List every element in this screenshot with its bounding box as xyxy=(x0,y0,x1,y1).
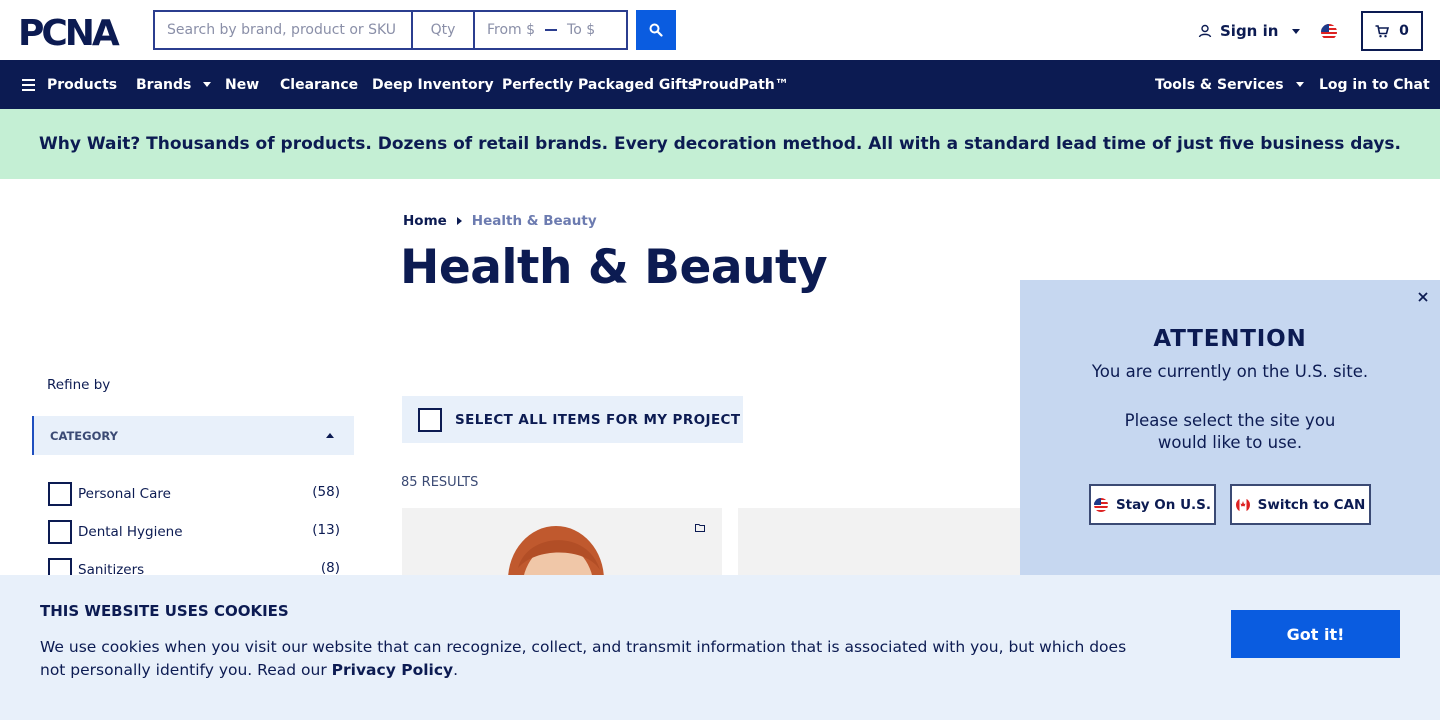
breadcrumb-home[interactable]: Home xyxy=(403,213,447,229)
switch-can-label: Switch to CAN xyxy=(1257,496,1366,513)
pcna-logo[interactable]: PCNA xyxy=(18,14,136,48)
results-count: 85 RESULTS xyxy=(401,475,479,490)
attention-line: You are currently on the U.S. site. xyxy=(1091,362,1369,381)
chevron-down-icon xyxy=(1292,28,1301,34)
sign-in-label: Sign in xyxy=(1220,22,1279,40)
nav-deep-inventory[interactable]: Deep Inventory xyxy=(372,60,494,109)
site-selector-modal: ATTENTION You are currently on the U.S. … xyxy=(1020,280,1440,580)
attention-line: Please select the site you xyxy=(1124,411,1336,430)
category-item[interactable]: Dental Hygiene (13) xyxy=(48,520,340,544)
price-dash xyxy=(545,29,558,31)
price-from-input[interactable]: From $ xyxy=(487,22,535,38)
search-input[interactable]: Search by brand, product or SKU xyxy=(153,10,411,50)
chevron-right-icon xyxy=(456,217,462,225)
main-nav: Products Brands New Clearance Deep Inven… xyxy=(0,60,1440,109)
category-count: (8) xyxy=(320,560,340,576)
cookie-text-end: . xyxy=(453,661,459,679)
cookie-text: We use cookies when you visit our websit… xyxy=(40,636,1140,682)
breadcrumb: Home Health & Beauty xyxy=(403,213,597,229)
category-count: (13) xyxy=(312,522,340,538)
nav-proudpath[interactable]: ProudPath™ xyxy=(692,60,789,109)
cart-count: 0 xyxy=(1399,23,1409,39)
privacy-policy-link[interactable]: Privacy Policy xyxy=(332,661,454,679)
category-filter-header[interactable]: CATEGORY xyxy=(32,416,354,455)
category-item[interactable]: Personal Care (58) xyxy=(48,482,340,506)
cookie-text-body: We use cookies when you visit our websit… xyxy=(40,638,1127,679)
refine-by-label: Refine by xyxy=(47,377,111,393)
page-title: Health & Beauty xyxy=(400,240,828,295)
canada-flag-icon xyxy=(1235,497,1250,512)
user-icon xyxy=(1198,24,1212,38)
breadcrumb-current: Health & Beauty xyxy=(471,213,597,229)
category-count: (58) xyxy=(312,484,340,500)
sign-in-button[interactable]: Sign in xyxy=(1198,22,1301,40)
select-all-items[interactable]: SELECT ALL ITEMS FOR MY PROJECT xyxy=(402,396,743,443)
search-group: Search by brand, product or SKU Qty From… xyxy=(153,10,676,50)
folder-icon[interactable] xyxy=(695,524,705,532)
select-all-checkbox[interactable] xyxy=(418,407,442,432)
menu-icon xyxy=(22,78,35,91)
nav-products-label: Products xyxy=(47,76,118,93)
us-flag-icon[interactable] xyxy=(1321,24,1337,40)
category-label: Dental Hygiene xyxy=(78,524,183,540)
chevron-up-icon xyxy=(326,433,334,438)
top-bar: PCNA Search by brand, product or SKU Qty… xyxy=(0,0,1440,60)
nav-chat[interactable]: Log in to Chat xyxy=(1319,60,1430,109)
price-to-input[interactable]: To $ xyxy=(567,22,595,38)
us-flag-icon xyxy=(1093,497,1108,512)
switch-can-button[interactable]: Switch to CAN xyxy=(1230,484,1371,525)
nav-products[interactable]: Products xyxy=(22,60,117,109)
category-checkbox[interactable] xyxy=(48,520,72,544)
qty-input[interactable]: Qty xyxy=(411,10,473,50)
cart-button[interactable]: 0 xyxy=(1361,11,1423,51)
accept-cookies-button[interactable]: Got it! xyxy=(1231,610,1400,658)
price-range: From $ To $ xyxy=(473,10,628,50)
promo-banner: Why Wait? Thousands of products. Dozens … xyxy=(0,109,1440,179)
search-button[interactable] xyxy=(636,10,676,50)
promo-banner-text: Why Wait? Thousands of products. Dozens … xyxy=(38,134,1402,154)
category-label: Personal Care xyxy=(78,486,171,502)
close-icon[interactable] xyxy=(1416,290,1430,304)
category-header-label: CATEGORY xyxy=(50,428,118,443)
svg-text:PCNA: PCNA xyxy=(18,14,120,48)
nav-tools[interactable]: Tools & Services xyxy=(1155,60,1304,109)
chevron-down-icon xyxy=(203,82,212,87)
select-all-label: SELECT ALL ITEMS FOR MY PROJECT xyxy=(455,411,741,428)
stay-us-label: Stay On U.S. xyxy=(1115,496,1212,513)
stay-us-button[interactable]: Stay On U.S. xyxy=(1089,484,1216,525)
chevron-down-icon xyxy=(1295,82,1304,87)
nav-tools-label: Tools & Services xyxy=(1155,76,1284,93)
category-checkbox[interactable] xyxy=(48,482,72,506)
attention-line: would like to use. xyxy=(1157,433,1303,452)
cookie-banner: THIS WEBSITE USES COOKIES We use cookies… xyxy=(0,575,1440,720)
nav-brands[interactable]: Brands xyxy=(136,60,212,109)
cart-icon xyxy=(1375,24,1390,37)
nav-brands-label: Brands xyxy=(136,76,192,93)
attention-title: ATTENTION xyxy=(1153,326,1307,352)
cookie-title: THIS WEBSITE USES COOKIES xyxy=(40,602,289,620)
nav-clearance[interactable]: Clearance xyxy=(280,60,358,109)
nav-gifts[interactable]: Perfectly Packaged Gifts xyxy=(502,60,696,109)
search-icon xyxy=(649,23,663,37)
nav-new[interactable]: New xyxy=(225,60,259,109)
